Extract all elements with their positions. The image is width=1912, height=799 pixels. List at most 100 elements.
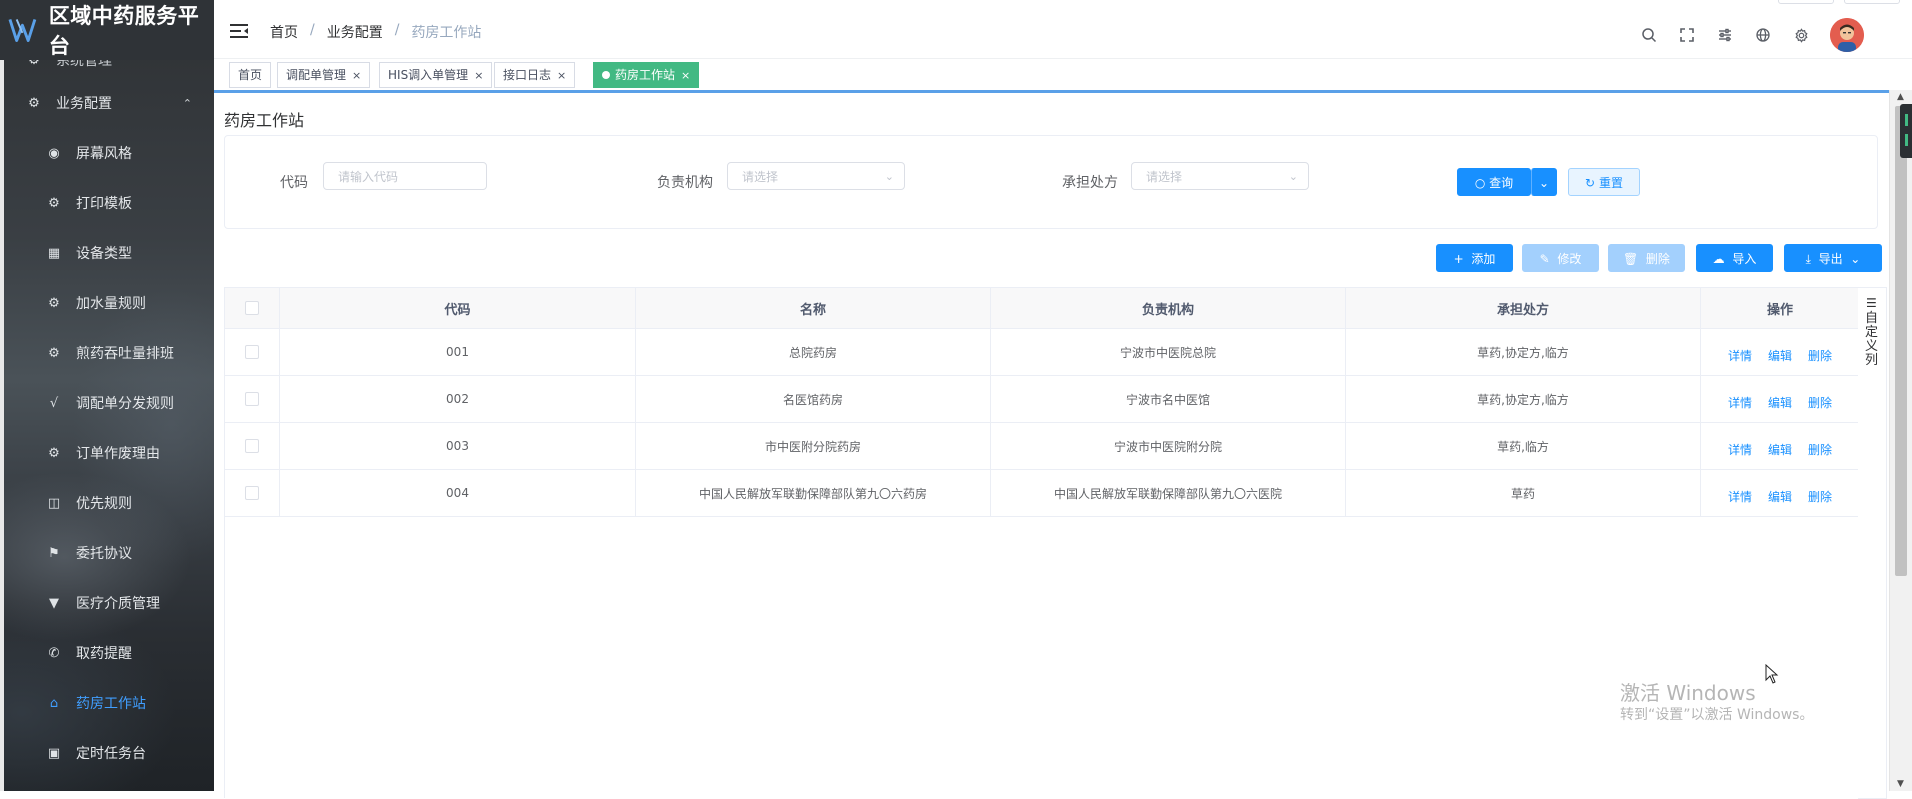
sidebar-item[interactable]: ✆ 取药提醒	[4, 628, 214, 678]
select-all-checkbox[interactable]	[245, 301, 259, 315]
sliders-icon[interactable]	[1714, 24, 1736, 46]
edit-link[interactable]: 编辑	[1768, 441, 1792, 458]
settings-drawer-handle[interactable]	[1900, 104, 1912, 158]
tag-home[interactable]: 首页	[229, 62, 272, 88]
gear-icon: ⚙	[48, 295, 60, 311]
gear-icon: ⚙	[48, 195, 60, 211]
tag-dispensing-orders[interactable]: 调配单管理 ×	[277, 62, 371, 88]
vertical-scrollbar[interactable]: ▲ ▼	[1889, 90, 1912, 791]
export-button-label: 导出	[1818, 252, 1843, 266]
breadcrumb-home[interactable]: 首页	[270, 22, 298, 42]
cell-rx: 草药,协定方,临方	[1346, 376, 1701, 422]
settings-icon[interactable]	[1790, 24, 1812, 46]
row-checkbox[interactable]	[245, 439, 259, 453]
fullscreen-icon[interactable]	[1676, 24, 1698, 46]
import-button[interactable]: ☁ 导入	[1696, 244, 1773, 272]
sidebar-item[interactable]: ⚙ 加水量规则	[4, 278, 214, 328]
edit-link[interactable]: 编辑	[1768, 394, 1792, 411]
top-edge-button[interactable]	[1844, 0, 1900, 4]
query-dropdown-button[interactable]: ⌄	[1531, 168, 1557, 196]
query-button-label: 查询	[1489, 176, 1514, 190]
tag-pharmacy-workstation[interactable]: 药房工作站 ×	[593, 62, 700, 88]
table-row[interactable]: 002 名医馆药房 宁波市名中医馆 草药,协定方,临方 详情 编辑 删除	[225, 376, 1859, 423]
globe-icon[interactable]	[1752, 24, 1774, 46]
sidebar-item[interactable]: ◉ 屏幕风格	[4, 128, 214, 178]
rx-select[interactable]: 请选择 ⌄	[1131, 162, 1309, 190]
row-checkbox[interactable]	[245, 392, 259, 406]
sidebar-item-label: 定时任务台	[76, 746, 146, 762]
row-checkbox[interactable]	[245, 345, 259, 359]
query-button[interactable]: ○ 查询	[1457, 168, 1531, 196]
detail-link[interactable]: 详情	[1728, 394, 1752, 411]
cell-code: 002	[280, 376, 636, 422]
header-org[interactable]: 负责机构	[991, 288, 1346, 328]
scrollbar-thumb[interactable]	[1895, 106, 1907, 576]
add-button[interactable]: + 添加	[1436, 244, 1513, 272]
row-select-cell	[225, 423, 280, 469]
row-checkbox[interactable]	[245, 486, 259, 500]
custom-columns-label[interactable]: 自定义列	[1865, 312, 1879, 368]
sidebar-item-label: 加水量规则	[76, 296, 146, 312]
chevron-down-icon: ⌄	[1288, 170, 1298, 183]
code-placeholder: 请输入代码	[338, 170, 399, 184]
custom-columns-panel[interactable]: ☰ 自定义列	[1858, 287, 1887, 799]
org-select[interactable]: 请选择 ⌄	[727, 162, 905, 190]
edit-button[interactable]: ✎ 修改	[1522, 244, 1599, 272]
delete-link[interactable]: 删除	[1808, 488, 1832, 505]
header-code[interactable]: 代码	[280, 288, 636, 328]
header-rx[interactable]: 承担处方	[1346, 288, 1701, 328]
scroll-down-icon[interactable]: ▼	[1897, 779, 1904, 789]
avatar[interactable]	[1830, 18, 1864, 52]
sidebar-item[interactable]: ▼ 医疗介质管理	[4, 578, 214, 628]
search-icon[interactable]	[1638, 24, 1660, 46]
cell-rx: 草药,协定方,临方	[1346, 329, 1701, 375]
sidebar-item[interactable]: √ 调配单分发规则	[4, 378, 214, 428]
delete-button[interactable]: 🗑 删除	[1608, 244, 1685, 272]
sidebar-item-label: 屏幕风格	[76, 146, 132, 162]
close-icon[interactable]: ×	[557, 69, 566, 82]
table-row[interactable]: 003 市中医附分院药房 宁波市中医院附分院 草药,临方 详情 编辑 删除	[225, 423, 1859, 470]
header-name[interactable]: 名称	[636, 288, 991, 328]
detail-link[interactable]: 详情	[1728, 488, 1752, 505]
menu-toggle-icon[interactable]	[230, 24, 248, 38]
code-input[interactable]: 请输入代码	[323, 162, 487, 190]
check-list-icon: √	[49, 395, 59, 411]
tag-label: 接口日志	[503, 68, 552, 82]
delete-link[interactable]: 删除	[1808, 441, 1832, 458]
sidebar-item[interactable]: ▣ 定时任务台	[4, 728, 214, 778]
scroll-up-icon[interactable]: ▲	[1897, 92, 1904, 102]
rx-placeholder: 请选择	[1146, 170, 1183, 184]
tag-his-import[interactable]: HIS调入单管理 ×	[379, 62, 493, 88]
table-row[interactable]: 004 中国人民解放军联勤保障部队第九〇六药房 中国人民解放军联勤保障部队第九〇六医…	[225, 470, 1859, 517]
delete-link[interactable]: 删除	[1808, 394, 1832, 411]
sidebar-item[interactable]: ▦ 设备类型	[4, 228, 214, 278]
cloud-upload-icon: ☁	[1712, 252, 1725, 266]
sidebar-item[interactable]: ⚙ 打印模板	[4, 178, 214, 228]
page-title: 药房工作站	[224, 111, 305, 130]
table-row[interactable]: 001 总院药房 宁波市中医院总院 草药,协定方,临方 详情 编辑 删除	[225, 329, 1859, 376]
sidebar-item[interactable]: ◫ 优先规则	[4, 478, 214, 528]
close-icon[interactable]: ×	[352, 69, 361, 82]
tags-view: 首页 调配单管理 × HIS调入单管理 × 接口日志 × 药房工作站 ×	[214, 59, 1912, 93]
cell-code: 004	[280, 470, 636, 516]
edit-link[interactable]: 编辑	[1768, 488, 1792, 505]
top-edge-button[interactable]	[1778, 0, 1834, 4]
edit-link[interactable]: 编辑	[1768, 347, 1792, 364]
sidebar-item[interactable]: ⚙ 业务配置 ⌃	[4, 78, 214, 128]
sidebar-item[interactable]: ⚙ 订单作废理由	[4, 428, 214, 478]
delete-link[interactable]: 删除	[1808, 347, 1832, 364]
cell-org: 宁波市名中医馆	[991, 376, 1346, 422]
cell-name: 市中医附分院药房	[636, 423, 991, 469]
tag-interface-log[interactable]: 接口日志 ×	[494, 62, 576, 88]
close-icon[interactable]: ×	[681, 69, 690, 82]
sidebar-item[interactable]: ⚑ 委托协议	[4, 528, 214, 578]
detail-link[interactable]: 详情	[1728, 441, 1752, 458]
breadcrumb-business-config[interactable]: 业务配置	[327, 22, 383, 42]
breadcrumb-separator: /	[310, 22, 315, 38]
sidebar-item[interactable]: ⌂ 药房工作站	[4, 678, 214, 728]
reset-button[interactable]: ↻ 重置	[1568, 168, 1640, 196]
detail-link[interactable]: 详情	[1728, 347, 1752, 364]
export-button[interactable]: ⤓ 导出 ⌄	[1784, 244, 1882, 272]
sidebar-item[interactable]: ⚙ 煎药吞吐量排班	[4, 328, 214, 378]
close-icon[interactable]: ×	[474, 69, 483, 82]
